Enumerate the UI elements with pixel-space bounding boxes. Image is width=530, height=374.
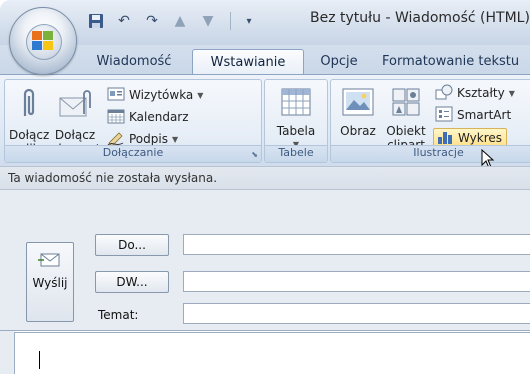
signature-label: Podpis [129, 132, 168, 146]
to-field[interactable] [183, 234, 530, 255]
outlook-message-window: ↶ ↷ ▲ ▼ ▾ Bez tytułu - Wiadomość (HTML) … [0, 0, 530, 374]
calendar-icon [107, 108, 125, 127]
window-title: Bez tytułu - Wiadomość (HTML) [310, 10, 530, 26]
redo-icon[interactable]: ↷ [142, 11, 162, 31]
dialog-launcher-icon[interactable]: ⬊ [251, 150, 258, 159]
table-label: Tabela [276, 124, 316, 138]
info-bar: Ta wiadomość nie została wysłana. [0, 166, 530, 190]
paperclip-icon [9, 86, 49, 125]
attach-item-label-line1: Dołącz [54, 128, 96, 142]
send-envelope-icon [27, 251, 73, 272]
cc-field[interactable] [183, 271, 530, 292]
group-title: Dołączanie [102, 146, 164, 159]
clipart-icon [383, 86, 429, 121]
undo-icon[interactable]: ↶ [114, 11, 134, 31]
picture-button[interactable]: Obraz [335, 86, 381, 138]
shapes-icon [435, 84, 453, 103]
customize-qat-icon[interactable]: ▾ [239, 11, 259, 31]
table-icon [269, 86, 323, 121]
table-button[interactable]: Tabela ▼ [269, 86, 323, 152]
group-label-dolaczanie: Dołączanie ⬊ [5, 145, 261, 162]
group-label-ilustracje: Ilustracje [331, 145, 530, 162]
quick-access-toolbar: ↶ ↷ ▲ ▼ ▾ [86, 10, 259, 32]
clipart-button[interactable]: Obiekt clipart [383, 86, 429, 152]
business-card-icon [107, 87, 125, 104]
attach-file-label-line1: Dołącz [9, 128, 50, 142]
tab-wiadomosc[interactable]: Wiadomość [80, 49, 188, 74]
ribbon: Dołącz plik Dołącz element Wizytówka ▼ K… [0, 74, 530, 169]
business-card-label: Wizytówka [129, 88, 194, 102]
office-logo-mark [32, 31, 53, 50]
group-label-tabele: Tabele [265, 145, 327, 162]
dropdown-arrow-icon: ▼ [171, 134, 179, 144]
send-button[interactable]: Wyślij [26, 242, 74, 322]
smartart-label: SmartArt [457, 108, 512, 122]
message-header-form: Wyślij Do... DW... Temat: [0, 190, 530, 331]
envelope-paperclip-icon [51, 86, 99, 125]
tab-wstawianie[interactable]: Wstawianie [192, 49, 304, 75]
smartart-icon [435, 106, 453, 125]
subject-label: Temat: [98, 308, 139, 322]
qat-separator [230, 12, 231, 30]
chart-label: Wykres [458, 131, 503, 145]
text-caret [39, 351, 40, 369]
smartart-button[interactable]: SmartArt [435, 106, 511, 124]
calendar-label: Kalendarz [129, 110, 189, 124]
title-bar: ↶ ↷ ▲ ▼ ▾ Bez tytułu - Wiadomość (HTML) [0, 0, 530, 45]
office-button[interactable] [9, 7, 77, 75]
tab-opcje[interactable]: Opcje [304, 49, 374, 74]
shapes-label: Kształty [457, 86, 505, 100]
shapes-button[interactable]: Kształty ▼ [435, 84, 515, 102]
clipart-label-line1: Obiekt [386, 124, 426, 138]
group-dolaczanie: Dołącz plik Dołącz element Wizytówka ▼ K… [4, 79, 262, 163]
calendar-button[interactable]: Kalendarz [107, 108, 189, 126]
save-icon[interactable] [86, 11, 106, 31]
tab-formatowanie-tekstu[interactable]: Formatowanie tekstu [382, 49, 530, 74]
picture-label: Obraz [340, 124, 376, 138]
message-body[interactable] [14, 332, 530, 374]
subject-field[interactable] [183, 303, 530, 324]
send-label: Wyślij [32, 276, 68, 290]
previous-item-icon[interactable]: ▲ [170, 11, 190, 31]
ribbon-tabs: Wiadomość Wstawianie Opcje Formatowanie … [0, 45, 530, 75]
business-card-button[interactable]: Wizytówka ▼ [107, 86, 203, 104]
next-item-icon[interactable]: ▼ [198, 11, 218, 31]
to-button[interactable]: Do... [95, 234, 169, 256]
group-ilustracje: Obraz Obiekt clipart Kształty ▼ SmartArt [330, 79, 530, 163]
picture-icon [335, 86, 381, 121]
dropdown-arrow-icon: ▼ [508, 88, 515, 98]
group-tabele: Tabela ▼ Tabele [264, 79, 328, 163]
cc-button[interactable]: DW... [95, 271, 169, 293]
dropdown-arrow-icon: ▼ [197, 90, 204, 100]
